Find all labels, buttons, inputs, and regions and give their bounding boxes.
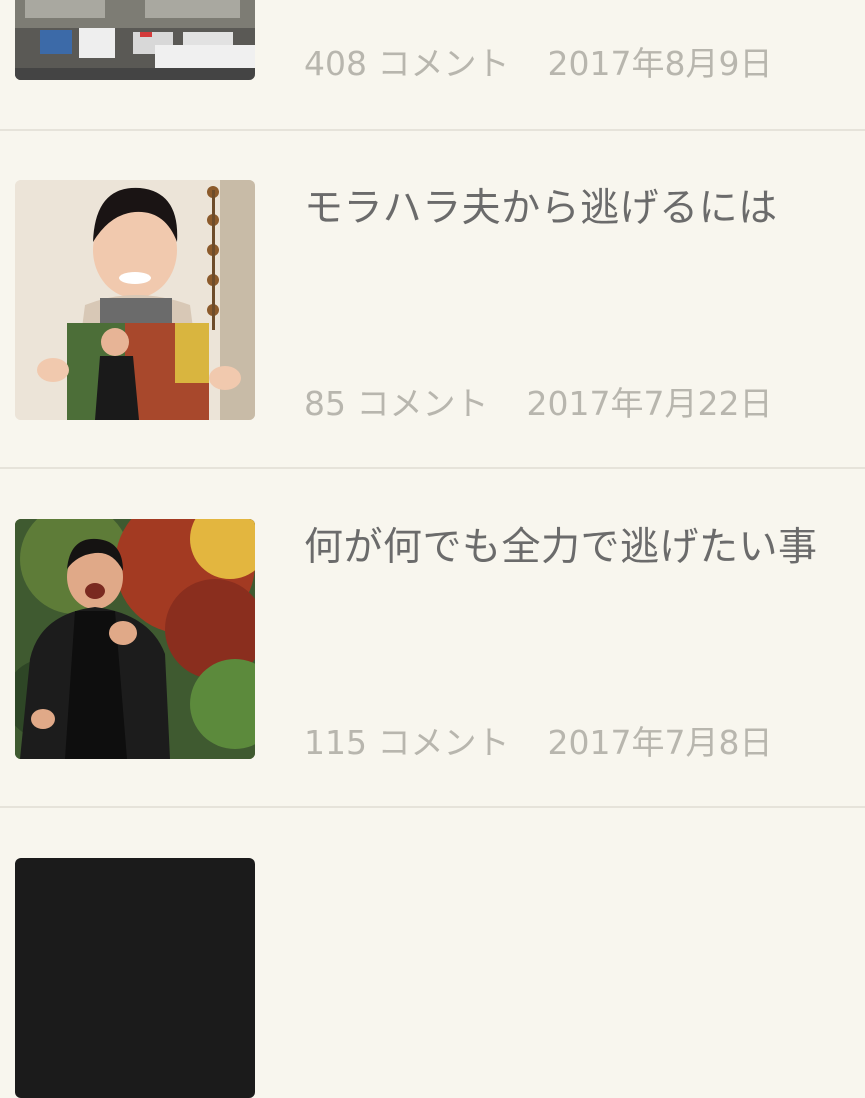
article-thumbnail[interactable] xyxy=(15,0,255,80)
article-title[interactable]: 何が何でも全力で逃げたい事 xyxy=(304,521,857,575)
article-date: 2017年8月9日 xyxy=(547,44,773,83)
man-thumbnail-graphic xyxy=(15,519,255,759)
divider xyxy=(0,129,865,131)
article-thumbnail[interactable] xyxy=(15,858,255,1098)
article-date: 2017年7月8日 xyxy=(547,723,773,762)
article-meta: 85 コメント 2017年7月22日 xyxy=(304,377,772,425)
building-thumbnail-graphic xyxy=(15,0,255,80)
article-meta: 115 コメント 2017年7月8日 xyxy=(304,716,772,764)
article-date: 2017年7月22日 xyxy=(526,384,773,423)
article-thumbnail[interactable] xyxy=(15,519,255,759)
list-item[interactable]: モラハラ夫から逃げるには 85 コメント 2017年7月22日 xyxy=(0,180,865,423)
divider xyxy=(0,806,865,808)
list-item[interactable] xyxy=(0,858,865,1098)
list-item[interactable]: 何が何でも全力で逃げたい事 115 コメント 2017年7月8日 xyxy=(0,519,865,762)
article-thumbnail[interactable] xyxy=(15,180,255,420)
divider xyxy=(0,467,865,469)
article-list: 408 コメント 2017年8月9日 モラハラ夫から逃げるには 85 コメント … xyxy=(0,0,865,1098)
comment-count[interactable]: 85 コメント xyxy=(304,384,488,423)
list-item[interactable]: 408 コメント 2017年8月9日 xyxy=(0,0,865,83)
article-meta: 408 コメント 2017年8月9日 xyxy=(304,37,772,85)
comment-count[interactable]: 408 コメント xyxy=(304,44,509,83)
article-title[interactable]: モラハラ夫から逃げるには xyxy=(304,182,857,236)
comment-count[interactable]: 115 コメント xyxy=(304,723,509,762)
woman-thumbnail-graphic xyxy=(15,180,255,420)
